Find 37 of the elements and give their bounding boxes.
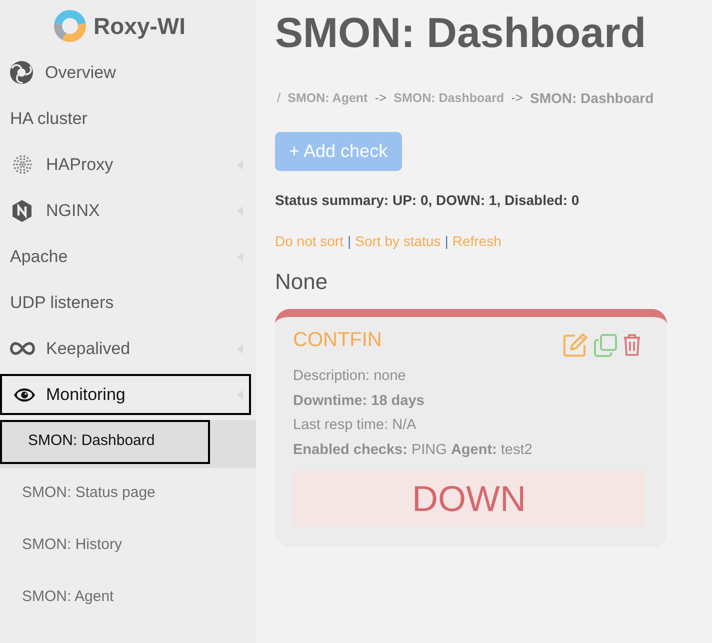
check-detail-line: Last resp time: N/A — [293, 416, 418, 436]
eye-icon — [14, 388, 35, 402]
logo-icon — [52, 8, 88, 44]
copy-icon[interactable] — [594, 334, 617, 356]
sidebar-submenu-item[interactable]: SMON: Dashboard — [0, 420, 210, 464]
sidebar-menu-item[interactable]: HAProxy — [0, 144, 251, 185]
sidebar-menu-item[interactable]: Keepalived — [0, 328, 251, 369]
page-title: SMON: Dashboard — [275, 8, 648, 58]
hexagon-icon — [12, 200, 32, 222]
sidebar-menu-item[interactable]: Overview — [0, 52, 251, 93]
swirl-icon — [10, 61, 33, 84]
status-summary: Status summary: UP: 0, DOWN: 1, Disabled: 0 — [275, 191, 580, 210]
sidebar-submenu-item[interactable]: SMON: Agent — [0, 576, 210, 620]
sidebar-submenu-item[interactable]: SMON: History — [0, 524, 210, 568]
link-separator: | — [444, 232, 448, 251]
sidebar-menu-item[interactable]: NGINX — [0, 190, 251, 231]
infinity-icon — [10, 342, 35, 355]
group-heading: None — [275, 268, 329, 296]
link-separator: | — [347, 232, 352, 251]
check-name: CONTFIN — [293, 328, 382, 352]
status-banner: DOWN — [293, 470, 645, 527]
edit-icon[interactable] — [563, 333, 588, 357]
sidebar-menu-item[interactable]: HA cluster — [0, 98, 251, 139]
dotted-flower-icon — [13, 155, 32, 174]
sidebar-menu-item[interactable]: Monitoring — [0, 374, 251, 415]
app-name: Roxy-WI — [94, 12, 186, 41]
check-detail-line: Enabled checks: PING Agent: test2 — [293, 441, 534, 460]
sidebar-menu-item[interactable]: Apache — [0, 236, 251, 277]
check-detail-line: Description: none — [293, 367, 407, 386]
check-detail-line: Downtime: 18 days — [293, 392, 426, 411]
breadcrumb-separator: / — [277, 89, 281, 108]
trash-icon[interactable] — [623, 334, 641, 356]
sidebar-submenu-item[interactable]: SMON: Status page — [0, 472, 210, 516]
sidebar-menu-item[interactable]: UDP listeners — [0, 282, 251, 323]
breadcrumb-current: SMON: Dashboard — [530, 88, 654, 108]
breadcrumb-arrow: -> — [511, 89, 523, 108]
breadcrumb-arrow: -> — [374, 89, 387, 108]
